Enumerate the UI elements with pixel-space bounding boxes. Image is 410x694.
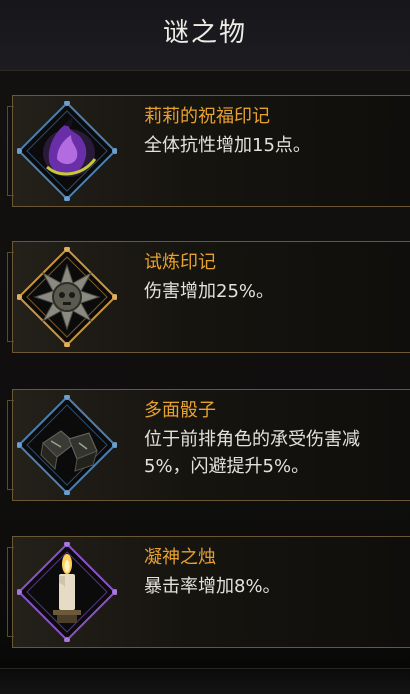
- item-name: 试炼印记: [144, 252, 216, 273]
- item-description: 暴击率增加8%。: [144, 573, 410, 600]
- item-name: 多面骰子: [144, 400, 216, 421]
- item-icon-frame: [17, 101, 117, 201]
- item-description: 伤害增加25%。: [144, 278, 410, 305]
- item-card[interactable]: 莉莉的祝福印记 全体抗性增加15点。: [7, 95, 410, 207]
- purple-flame-emblem-icon: [17, 101, 117, 201]
- item-description-line: 伤害增加25%。: [144, 281, 275, 302]
- item-card[interactable]: 多面骰子 位于前排角色的承受伤害减 5%，闪避提升5%。: [7, 389, 410, 501]
- item-description: 位于前排角色的承受伤害减 5%，闪避提升5%。: [144, 426, 410, 480]
- item-description-line: 5%，闪避提升5%。: [144, 456, 310, 477]
- dice-icon: [17, 395, 117, 495]
- spiked-skull-seal-icon: [17, 247, 117, 347]
- item-description: 全体抗性增加15点。: [144, 132, 410, 159]
- candle-icon: [17, 542, 117, 642]
- title-bar: 谜之物: [0, 0, 410, 71]
- item-card[interactable]: 试炼印记 伤害增加25%。: [7, 241, 410, 353]
- bottom-bar: [0, 668, 410, 694]
- page-title: 谜之物: [162, 18, 247, 48]
- item-name: 莉莉的祝福印记: [144, 106, 270, 127]
- item-description-line: 位于前排角色的承受伤害减: [144, 429, 360, 450]
- item-icon-frame: [17, 542, 117, 642]
- item-icon-frame: [17, 247, 117, 347]
- item-description-line: 暴击率增加8%。: [144, 576, 281, 597]
- item-card[interactable]: 凝神之烛 暴击率增加8%。: [7, 536, 410, 648]
- item-name: 凝神之烛: [144, 547, 216, 568]
- item-icon-frame: [17, 395, 117, 495]
- item-description-line: 全体抗性增加15点。: [144, 135, 311, 156]
